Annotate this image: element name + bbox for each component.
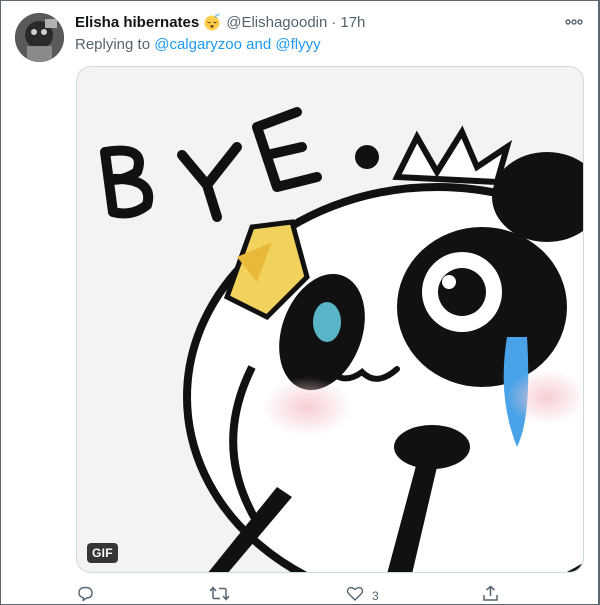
gif-badge: GIF [87, 543, 118, 563]
share-button[interactable] [482, 585, 499, 605]
heart-icon [346, 585, 364, 605]
retweet-button[interactable] [209, 585, 230, 605]
like-button[interactable]: 3 [346, 585, 379, 605]
author-handle[interactable]: @Elishagoodin [226, 14, 327, 31]
reply-mention-link-2[interactable]: @flyyy [275, 36, 320, 53]
reply-mention-link-1[interactable]: @calgaryzoo [154, 36, 242, 53]
svg-text:z: z [217, 13, 220, 17]
sleeping-face-emoji-icon: z z [203, 12, 221, 31]
avatar-image [15, 13, 64, 62]
tweet-timestamp[interactable]: 17h [340, 14, 365, 31]
tweet-header: Elisha hibernates z z @Elishagoodin · 17… [75, 12, 365, 32]
more-options-icon[interactable] [563, 13, 585, 31]
header-separator: · [331, 13, 337, 31]
reply-button[interactable] [77, 585, 94, 605]
share-icon [482, 585, 499, 605]
author-name[interactable]: Elisha hibernates [75, 14, 199, 31]
like-count: 3 [372, 589, 379, 603]
reply-prefix: Replying to [75, 36, 151, 53]
avatar[interactable] [15, 13, 64, 62]
replying-to-line: Replying to @calgaryzoo and @flyyy [75, 36, 321, 53]
gif-media[interactable]: GIF [76, 66, 584, 573]
reply-icon [77, 585, 94, 605]
tweet-action-bar: 3 [0, 585, 600, 605]
reply-conjunction: and [246, 36, 272, 53]
retweet-icon [209, 585, 230, 605]
panda-bye-gif-image [77, 67, 583, 572]
